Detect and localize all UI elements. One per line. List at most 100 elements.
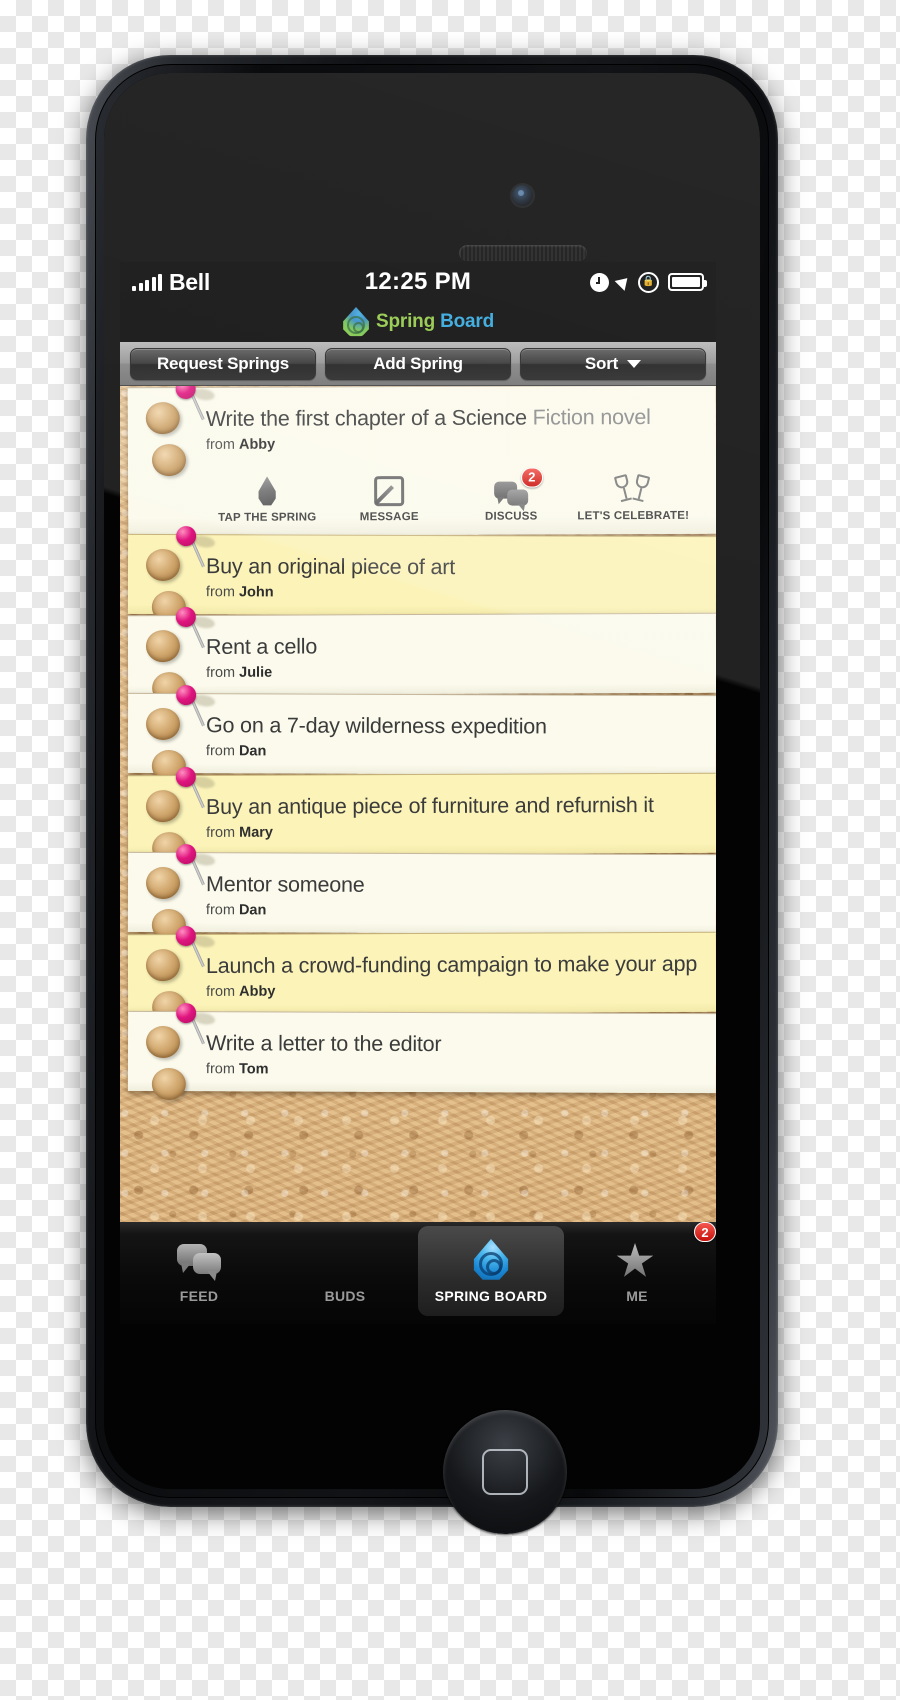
battery-icon — [668, 273, 707, 291]
spring-author-prefix: from — [205, 583, 239, 600]
tab-label: ME — [626, 1288, 648, 1304]
pushpin-icon — [175, 766, 216, 812]
compose-pencil-icon — [374, 475, 405, 506]
spring-title: Rent a cello — [206, 634, 704, 660]
toolbar: Request Springs Add Spring Sort — [120, 342, 716, 386]
request-springs-button[interactable]: Request Springs — [130, 347, 316, 380]
tab-glyph: 2 — [616, 1222, 716, 1282]
spring-card[interactable]: Buy an antique piece of furniture and re… — [127, 766, 716, 864]
spring-title: Buy an antique piece of furniture and re… — [206, 793, 704, 819]
sort-label: Sort — [584, 353, 619, 373]
spring-card[interactable]: Write the first chapter of a Science Fic… — [127, 386, 716, 536]
home-button-square-icon — [482, 1449, 528, 1495]
spring-drop-logo-icon — [342, 307, 370, 337]
tab-buds[interactable]: BUDS — [272, 1226, 418, 1316]
me-badge: 2 — [694, 1222, 716, 1242]
pushpin-icon — [176, 1003, 216, 1050]
spring-title-main: Go on a 7-day wilderness expedition — [205, 713, 547, 739]
spring-card[interactable]: Launch a crowd-funding campaign to make … — [127, 925, 716, 1024]
spring-author-name: Dan — [238, 902, 267, 919]
tab-me[interactable]: 2 ME — [564, 1222, 716, 1316]
spring-title-main: Rent a cello — [205, 634, 318, 660]
page-root: Bell 12:25 PM Spring Board Request Sprin… — [0, 0, 900, 1700]
spring-author-prefix: from — [205, 902, 239, 919]
spring-author: from Julie — [206, 663, 704, 681]
spring-action-let-s-celebrate[interactable]: LET'S CELEBRATE! — [572, 468, 694, 522]
spring-author-name: Julie — [239, 664, 273, 681]
spring-card[interactable]: Mentor someone from Dan — [127, 844, 716, 942]
app-title-board: Board — [440, 311, 494, 332]
pushpin-icon — [175, 386, 216, 425]
tab-bar: FEED BUDS SPRING BOARD 2 ME — [120, 1222, 716, 1324]
discuss-badge: 2 — [520, 467, 543, 488]
status-bar-right — [590, 271, 707, 293]
spring-action-tap-the-spring[interactable]: TAP THE SPRING — [206, 470, 328, 524]
add-spring-label: Add Spring — [373, 353, 463, 373]
tab-glyph — [322, 1238, 368, 1282]
app-title: Spring Board — [376, 311, 494, 333]
action-glyph — [206, 470, 328, 507]
spring-author-name: Abby — [238, 436, 276, 453]
spring-title: Launch a crowd-funding campaign to make … — [206, 952, 704, 979]
action-glyph — [572, 468, 694, 505]
app-header: Spring Board — [120, 302, 716, 342]
spring-title-main: Mentor someone — [205, 872, 365, 897]
spring-author-prefix: from — [206, 983, 240, 1000]
rotation-lock-icon — [638, 271, 659, 293]
spring-author: from Mary — [206, 822, 704, 840]
spring-author: from Dan — [206, 902, 704, 920]
spring-title-main: Buy an original piece of art — [205, 553, 456, 579]
alarm-clock-icon — [590, 272, 609, 292]
people-icon — [322, 1243, 368, 1277]
pushpin-icon — [176, 844, 216, 890]
spring-author: from Tom — [206, 1061, 704, 1079]
speech-bubbles-icon — [494, 481, 529, 506]
pushpin-icon — [176, 684, 216, 731]
spring-author-name: Tom — [238, 1061, 269, 1078]
spring-action-message[interactable]: MESSAGE — [328, 470, 450, 524]
spring-title: Go on a 7-day wilderness expedition — [205, 713, 704, 740]
spring-board-list[interactable]: Write the first chapter of a Science Fic… — [120, 386, 716, 1222]
spring-title: Write a letter to the editor — [206, 1032, 704, 1059]
tab-glyph — [177, 1238, 221, 1282]
spring-title: Mentor someone — [205, 872, 704, 899]
spring-author-prefix: from — [205, 742, 239, 759]
spring-title-main: Buy an antique piece of furniture and re… — [205, 792, 654, 819]
earpiece-speaker — [459, 245, 587, 261]
spring-action-discuss[interactable]: 2 DISCUSS — [450, 467, 572, 523]
spring-card[interactable]: Go on a 7-day wilderness expedition from … — [127, 684, 716, 783]
spring-author-prefix: from — [205, 1061, 239, 1078]
home-button[interactable] — [443, 1410, 567, 1534]
tab-spring-board[interactable]: SPRING BOARD — [418, 1226, 564, 1316]
spring-author-prefix: from — [206, 664, 240, 681]
front-camera-icon — [512, 185, 533, 206]
spring-card[interactable]: Write a letter to the editor from Tom — [127, 1003, 716, 1101]
spring-title-main: Write the first chapter of a Science — [205, 405, 533, 431]
chevron-down-icon — [627, 359, 642, 368]
spring-title-dim: Fiction novel — [532, 405, 651, 430]
spring-author-prefix: from — [206, 824, 240, 841]
add-spring-button[interactable]: Add Spring — [325, 347, 511, 380]
spring-card[interactable]: Rent a cello from Julie — [127, 607, 716, 705]
sort-button[interactable]: Sort — [520, 347, 706, 380]
request-springs-label: Request Springs — [156, 353, 290, 373]
star-icon — [616, 1241, 658, 1279]
spring-author-name: Abby — [239, 983, 276, 1000]
spring-author: from Abby — [206, 981, 704, 999]
app-title-spring: Spring — [376, 311, 435, 332]
tab-label: BUDS — [324, 1288, 366, 1304]
action-label: TAP THE SPRING — [218, 511, 317, 524]
tab-glyph — [472, 1238, 510, 1282]
phone-screen: Bell 12:25 PM Spring Board Request Sprin… — [120, 262, 716, 1324]
spring-drop-icon — [472, 1239, 510, 1281]
spring-author-name: Dan — [238, 742, 267, 759]
spring-actions: TAP THE SPRING MESSAGE 2 DISCUSS LET'S CELEB… — [206, 456, 704, 527]
water-drop-icon — [257, 476, 277, 506]
spring-title: Write the first chapter of a Science Fic… — [205, 405, 704, 432]
spring-card[interactable]: Buy an original piece of art from John — [127, 525, 716, 623]
action-label: MESSAGE — [359, 510, 419, 523]
action-glyph — [328, 470, 450, 507]
tab-feed[interactable]: FEED — [126, 1226, 272, 1316]
action-glyph — [450, 469, 572, 506]
speech-bubbles-icon — [177, 1244, 221, 1276]
